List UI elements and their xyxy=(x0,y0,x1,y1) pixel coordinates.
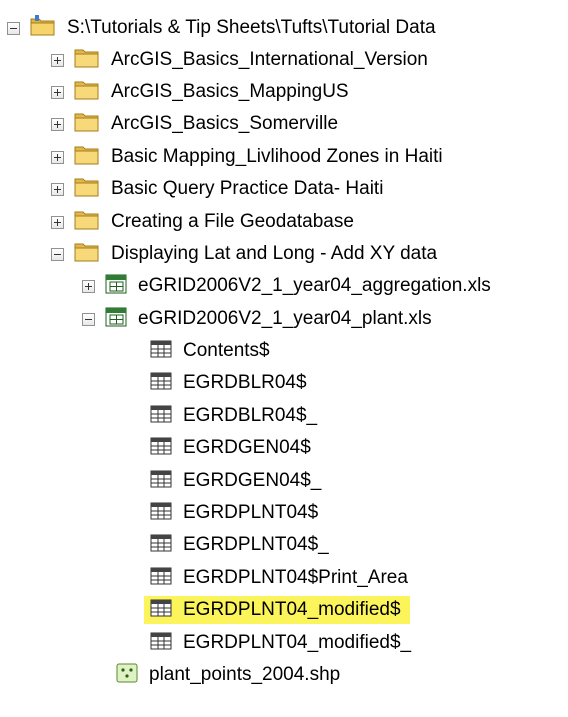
sheet-label: EGRDBLR04$_ xyxy=(183,405,318,426)
excel-workbook-icon xyxy=(105,307,127,332)
tree-folder[interactable]: Creating a File Geodatabase xyxy=(51,206,357,238)
excel-workbook-icon xyxy=(105,274,127,299)
point-shapefile-icon xyxy=(116,663,138,688)
expand-plus-icon[interactable] xyxy=(51,215,64,229)
table-icon xyxy=(150,534,172,557)
table-icon xyxy=(150,599,172,622)
sheet-label: EGRDPLNT04$Print_Area xyxy=(183,567,408,588)
sheet-label: EGRDPLNT04_modified$ xyxy=(180,598,404,622)
table-icon xyxy=(150,470,172,493)
sheet-label: EGRDPLNT04$ xyxy=(183,502,319,523)
shapefile-label: plant_points_2004.shp xyxy=(149,664,341,685)
collapse-minus-icon[interactable] xyxy=(51,247,64,261)
folder-label: ArcGIS_Basics_International_Version xyxy=(111,49,428,70)
table-icon xyxy=(150,437,172,460)
folder-label: Basic Query Practice Data- Haiti xyxy=(111,178,384,199)
workbook-label: eGRID2006V2_1_year04_plant.xls xyxy=(138,308,432,329)
sheet-label: EGRDGEN04$_ xyxy=(183,470,322,491)
folder-label: ArcGIS_Basics_MappingUS xyxy=(111,81,349,102)
expand-plus-icon[interactable] xyxy=(51,53,64,67)
folder-icon xyxy=(74,144,100,171)
folder-label: Displaying Lat and Long - Add XY data xyxy=(111,243,438,264)
sheet-label: EGRDPLNT04$_ xyxy=(183,534,329,555)
tree-folder[interactable]: ArcGIS_Basics_International_Version xyxy=(51,44,431,76)
expand-plus-icon[interactable] xyxy=(51,182,64,196)
tree-folder[interactable]: ArcGIS_Basics_Somerville xyxy=(51,108,341,140)
collapse-minus-icon[interactable] xyxy=(82,312,95,326)
table-icon xyxy=(150,567,172,590)
table-icon xyxy=(150,372,172,395)
root-label: S:\Tutorials & Tip Sheets\Tufts\Tutorial… xyxy=(67,17,436,38)
folder-icon xyxy=(74,176,100,203)
folder-label: ArcGIS_Basics_Somerville xyxy=(111,113,339,134)
table-icon xyxy=(150,632,172,655)
tree-workbook-expanded[interactable]: eGRID2006V2_1_year04_plant.xls xyxy=(82,303,435,335)
expand-plus-icon[interactable] xyxy=(82,279,95,293)
tree-sheet[interactable]: EGRDBLR04$ xyxy=(150,367,310,399)
tree-sheet[interactable]: EGRDPLNT04$ xyxy=(150,497,321,529)
table-icon xyxy=(150,340,172,363)
tree-sheet[interactable]: EGRDPLNT04$_ xyxy=(150,529,332,561)
folder-label: Basic Mapping_Livlihood Zones in Haiti xyxy=(111,146,443,167)
sheet-label: Contents$ xyxy=(183,340,270,361)
catalog-tree: S:\Tutorials & Tip Sheets\Tufts\Tutorial… xyxy=(0,0,568,717)
tree-sheet[interactable]: EGRDGEN04$_ xyxy=(150,465,324,497)
sheet-label: EGRDPLNT04_modified$_ xyxy=(183,632,412,653)
tree-folder[interactable]: Basic Mapping_Livlihood Zones in Haiti xyxy=(51,141,446,173)
tree-sheet[interactable]: EGRDBLR04$_ xyxy=(150,400,320,432)
workbook-label: eGRID2006V2_1_year04_aggregation.xls xyxy=(138,275,491,296)
tree-folder[interactable]: ArcGIS_Basics_MappingUS xyxy=(51,76,352,108)
tree-workbook[interactable]: eGRID2006V2_1_year04_aggregation.xls xyxy=(82,270,494,302)
tree-sheet[interactable]: EGRDPLNT04_modified$_ xyxy=(150,627,414,659)
tree-sheet[interactable]: EGRDGEN04$ xyxy=(150,432,314,464)
tree-folder-expanded[interactable]: Displaying Lat and Long - Add XY data xyxy=(51,238,440,270)
table-icon xyxy=(150,502,172,525)
table-icon xyxy=(150,405,172,428)
folder-icon xyxy=(74,209,100,236)
expand-plus-icon[interactable] xyxy=(51,85,64,99)
tree-shapefile[interactable]: plant_points_2004.shp xyxy=(116,659,343,691)
folder-icon xyxy=(74,241,100,268)
tree-sheet[interactable]: EGRDPLNT04$Print_Area xyxy=(150,562,411,594)
highlight-marker: EGRDPLNT04_modified$ xyxy=(144,596,410,624)
tree-folder[interactable]: Basic Query Practice Data- Haiti xyxy=(51,173,386,205)
folder-connection-icon xyxy=(30,14,56,42)
expand-plus-icon[interactable] xyxy=(51,117,64,131)
expand-plus-icon[interactable] xyxy=(51,150,64,164)
folder-label: Creating a File Geodatabase xyxy=(111,211,354,232)
folder-icon xyxy=(74,79,100,106)
sheet-label: EGRDBLR04$ xyxy=(183,372,307,393)
collapse-minus-icon[interactable] xyxy=(7,21,20,35)
tree-sheet-highlighted[interactable]: EGRDPLNT04_modified$ xyxy=(144,594,410,626)
sheet-label: EGRDGEN04$ xyxy=(183,437,311,458)
folder-icon xyxy=(74,111,100,138)
tree-root[interactable]: S:\Tutorials & Tip Sheets\Tufts\Tutorial… xyxy=(7,12,439,44)
tree-sheet[interactable]: Contents$ xyxy=(150,335,273,367)
folder-icon xyxy=(74,47,100,74)
